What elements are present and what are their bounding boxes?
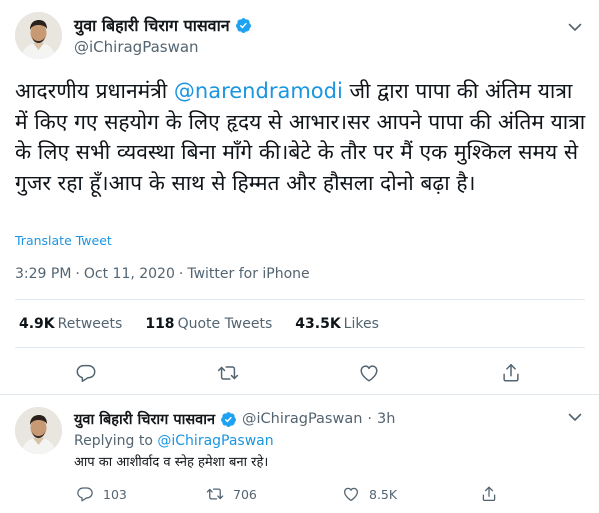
reply-icon[interactable] xyxy=(75,362,97,384)
share-button[interactable] xyxy=(480,485,498,503)
chevron-down-icon[interactable] xyxy=(566,408,584,426)
replying-to-label: Replying to xyxy=(74,433,153,449)
retweets-stat[interactable]: 4.9K Retweets xyxy=(19,316,122,332)
reply-actions: 103 706 8.5K xyxy=(0,485,599,505)
reply-button[interactable]: 103 xyxy=(76,485,127,503)
retweets-count: 4.9K xyxy=(19,316,55,332)
tweet-actions xyxy=(0,362,599,388)
likes-count: 43.5K xyxy=(295,316,341,332)
reply-tweet[interactable]: युवा बिहारी चिराग पासवान @iChiragPaswan … xyxy=(0,395,599,513)
tweet-stats: 4.9K Retweets 118 Quote Tweets 43.5K Likes xyxy=(19,316,379,332)
replying-to-handle[interactable]: @iChiragPaswan xyxy=(157,433,273,449)
like-button[interactable]: 8.5K xyxy=(342,485,397,503)
tweet-metadata: 3:29 PM · Oct 11, 2020 · Twitter for iPhone xyxy=(15,266,310,282)
author-name[interactable]: युवा बिहारी चिराग पासवान xyxy=(74,14,252,36)
tweet-source[interactable]: Twitter for iPhone xyxy=(187,266,309,282)
retweet-count: 706 xyxy=(233,486,257,502)
replying-to: Replying to @iChiragPaswan xyxy=(74,433,274,449)
reply-age[interactable]: 3h xyxy=(377,411,395,427)
likes-label: Likes xyxy=(343,316,379,332)
main-tweet: युवा बिहारी चिराग पासवान @iChiragPaswan … xyxy=(0,0,599,395)
divider xyxy=(15,299,585,300)
share-icon xyxy=(480,485,498,503)
tweet-date[interactable]: Oct 11, 2020 xyxy=(84,266,175,282)
like-count: 8.5K xyxy=(369,486,398,502)
tweet-text: आदरणीय प्रधानमंत्री @narendramodi जी द्व… xyxy=(15,76,590,198)
reply-count: 103 xyxy=(103,486,127,502)
retweet-button[interactable]: 706 xyxy=(206,485,257,503)
reply-author-handle[interactable]: @iChiragPaswan xyxy=(242,411,362,427)
reply-text: आप का आशीर्वाद व स्नेह हमेशा बना रहे। xyxy=(74,455,269,470)
translate-tweet-link[interactable]: Translate Tweet xyxy=(15,233,112,248)
like-icon xyxy=(342,485,360,503)
separator: · xyxy=(367,411,373,427)
chevron-down-icon[interactable] xyxy=(566,18,584,36)
tweet-text-part: आदरणीय प्रधानमंत्री xyxy=(15,79,174,103)
divider xyxy=(15,347,585,348)
retweet-icon[interactable] xyxy=(217,362,239,384)
avatar[interactable] xyxy=(15,12,62,59)
retweets-label: Retweets xyxy=(57,316,123,332)
quote-tweets-stat[interactable]: 118 Quote Tweets xyxy=(145,316,272,332)
avatar[interactable] xyxy=(15,407,62,454)
quotes-count: 118 xyxy=(145,316,175,332)
reply-icon xyxy=(76,485,94,503)
reply-author-name[interactable]: युवा बिहारी चिराग पासवान xyxy=(74,409,215,429)
verified-badge-icon xyxy=(220,411,237,428)
share-icon[interactable] xyxy=(500,362,522,384)
reply-header: युवा बिहारी चिराग पासवान @iChiragPaswan … xyxy=(74,409,395,429)
separator: · xyxy=(75,266,80,282)
author-handle[interactable]: @iChiragPaswan xyxy=(74,38,199,56)
tweet-time[interactable]: 3:29 PM xyxy=(15,266,71,282)
verified-badge-icon xyxy=(235,17,252,34)
mention-link[interactable]: @narendramodi xyxy=(174,79,343,103)
quotes-label: Quote Tweets xyxy=(177,316,273,332)
retweet-icon xyxy=(206,485,224,503)
separator: · xyxy=(178,266,184,282)
likes-stat[interactable]: 43.5K Likes xyxy=(295,316,379,332)
author-name-text: युवा बिहारी चिराग पासवान xyxy=(74,16,230,35)
like-icon[interactable] xyxy=(358,362,380,384)
